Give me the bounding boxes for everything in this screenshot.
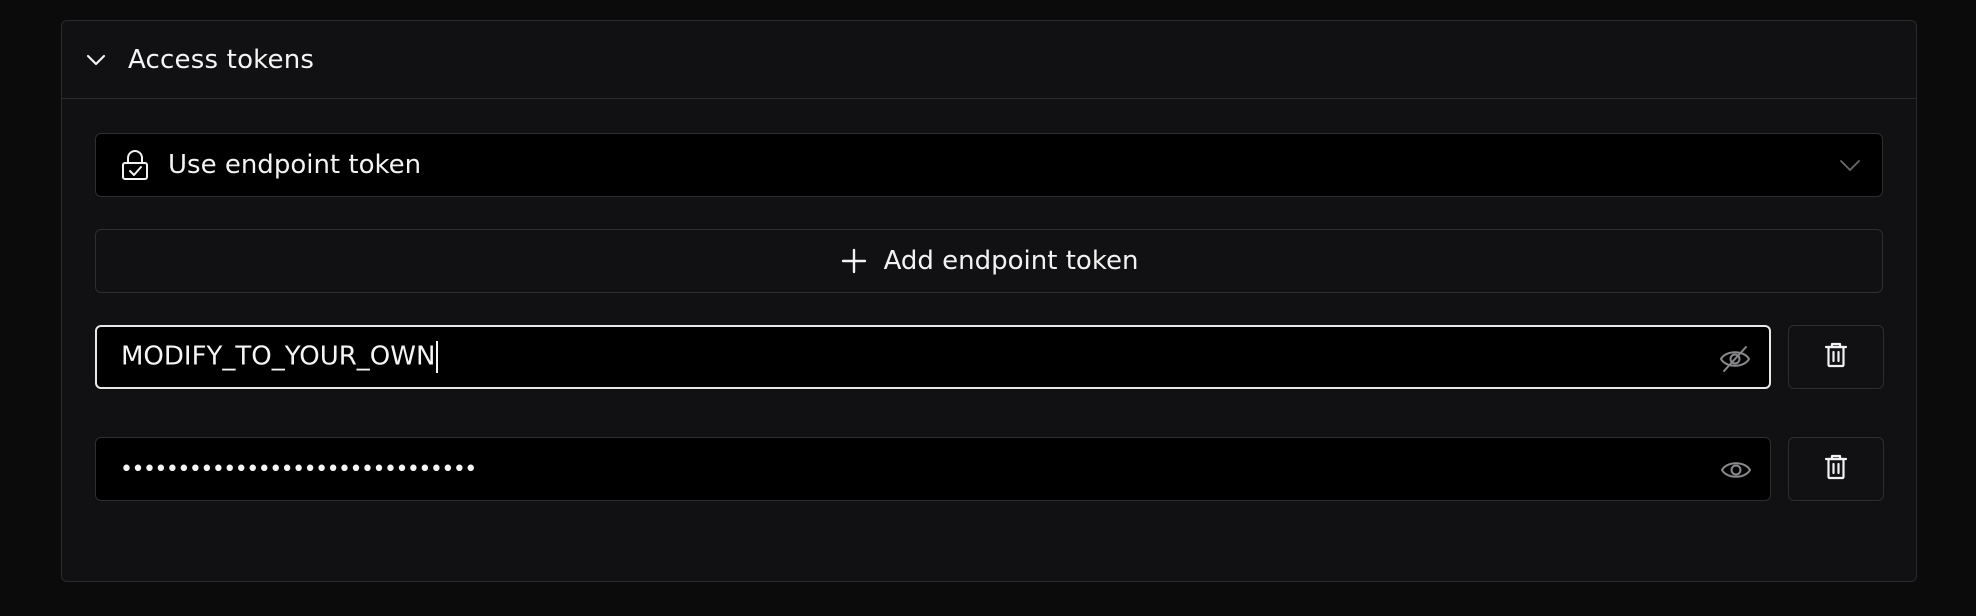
token-input[interactable]: MODIFY_TO_YOUR_OWN bbox=[95, 325, 1771, 389]
text-cursor bbox=[436, 341, 439, 373]
token-value-masked: ••••••••••••••••••••••••••••••• bbox=[120, 456, 477, 482]
chevron-down-icon[interactable] bbox=[82, 46, 110, 74]
chevron-down-icon bbox=[1838, 154, 1862, 182]
lock-check-icon bbox=[120, 149, 150, 181]
trash-icon bbox=[1824, 342, 1848, 372]
add-button-label: Add endpoint token bbox=[883, 246, 1139, 276]
access-tokens-header[interactable]: Access tokens bbox=[62, 21, 1916, 99]
section-title: Access tokens bbox=[128, 44, 315, 75]
access-tokens-panel: Access tokens Use endpoint token Add end… bbox=[61, 20, 1917, 582]
plus-icon bbox=[840, 247, 868, 275]
trash-icon bbox=[1824, 454, 1848, 484]
delete-token-button[interactable] bbox=[1788, 437, 1884, 501]
select-value: Use endpoint token bbox=[168, 150, 422, 180]
token-type-select[interactable]: Use endpoint token bbox=[95, 133, 1883, 197]
eye-off-icon[interactable] bbox=[1719, 344, 1751, 374]
delete-token-button[interactable] bbox=[1788, 325, 1884, 389]
token-input[interactable]: ••••••••••••••••••••••••••••••• bbox=[95, 437, 1771, 501]
add-endpoint-token-button[interactable]: Add endpoint token bbox=[95, 229, 1883, 293]
eye-icon[interactable] bbox=[1720, 455, 1752, 485]
token-value: MODIFY_TO_YOUR_OWN bbox=[121, 341, 439, 373]
